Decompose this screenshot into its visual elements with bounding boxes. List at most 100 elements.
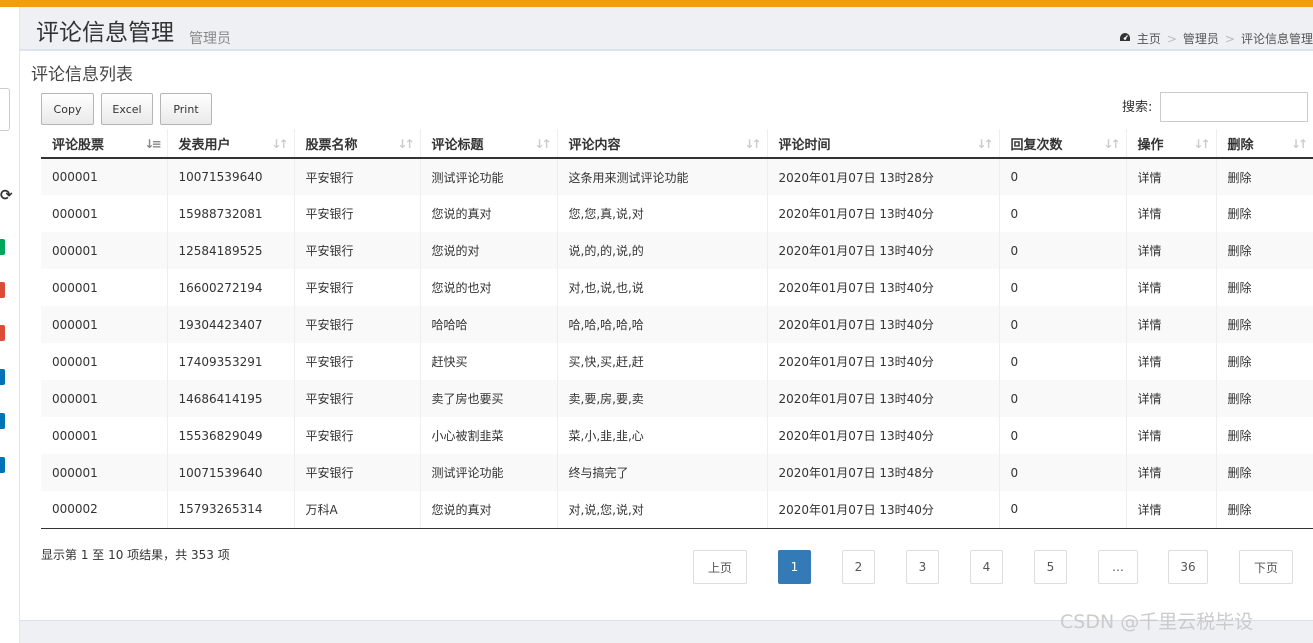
comment-title: 测试评论功能 xyxy=(419,158,557,195)
comment-time: 2020年01月07日 13时40分 xyxy=(766,491,999,529)
page-ellipsis: … xyxy=(1098,550,1138,584)
sidebar-badge[interactable] xyxy=(0,239,5,255)
sort-icon[interactable]: ↓↑ xyxy=(1103,137,1120,151)
user-link[interactable]: 19304423407 xyxy=(166,306,294,343)
stock-name: 平安银行 xyxy=(293,343,420,380)
stock-code-link[interactable]: 000002 xyxy=(41,491,167,529)
column-header[interactable]: 股票名称 ↓↑ xyxy=(293,129,420,159)
user-link[interactable]: 17409353291 xyxy=(166,343,294,380)
stock-code-link[interactable]: 000001 xyxy=(41,306,167,343)
user-link[interactable]: 12584189525 xyxy=(166,232,294,269)
column-header[interactable]: 评论内容 ↓↑ xyxy=(556,129,767,159)
delete-link[interactable]: 删除 xyxy=(1215,343,1313,380)
reply-count: 0 xyxy=(998,380,1126,417)
delete-link[interactable]: 删除 xyxy=(1215,195,1313,232)
prev-page-button[interactable]: 上页 xyxy=(693,550,747,584)
stock-code-link[interactable]: 000001 xyxy=(41,158,167,195)
delete-link[interactable]: 删除 xyxy=(1215,232,1313,269)
page-button[interactable]: 4 xyxy=(970,550,1003,584)
user-link[interactable]: 10071539640 xyxy=(166,454,294,491)
sort-icon[interactable]: ↓↑ xyxy=(744,137,761,151)
detail-link[interactable]: 详情 xyxy=(1125,491,1216,529)
detail-link[interactable]: 详情 xyxy=(1125,343,1216,380)
column-header[interactable]: 操作 ↓↑ xyxy=(1125,129,1216,159)
sort-icon[interactable]: ↓↑ xyxy=(397,137,414,151)
sort-icon[interactable]: ↓↑ xyxy=(271,137,288,151)
table-row: 000001 15988732081 平安银行 您说的真对 您,您,真,说,对 2020年… xyxy=(41,195,1313,232)
sort-icon[interactable]: ↓↑ xyxy=(976,137,993,151)
comment-time: 2020年01月07日 13时40分 xyxy=(766,269,999,306)
detail-link[interactable]: 详情 xyxy=(1125,195,1216,232)
delete-link[interactable]: 删除 xyxy=(1215,380,1313,417)
sidebar-badge[interactable] xyxy=(0,325,5,341)
search-label: 搜索: xyxy=(1122,100,1153,115)
print-button[interactable]: Print xyxy=(160,93,212,125)
table-row: 000001 17409353291 平安银行 赶快买 买,快,买,赶,赶 2020年01… xyxy=(41,343,1313,380)
sort-asc-icon[interactable]: ↓≡ xyxy=(144,137,161,151)
column-header[interactable]: 评论股票 ↓≡ xyxy=(41,129,167,159)
page-button[interactable]: 2 xyxy=(842,550,875,584)
stock-code-link[interactable]: 000001 xyxy=(41,417,167,454)
sidebar-badge[interactable] xyxy=(0,413,5,429)
detail-link[interactable]: 详情 xyxy=(1125,454,1216,491)
detail-link[interactable]: 详情 xyxy=(1125,269,1216,306)
sort-icon[interactable]: ↓↑ xyxy=(1291,137,1308,151)
reply-count: 0 xyxy=(998,454,1126,491)
copy-button[interactable]: Copy xyxy=(41,93,94,125)
user-link[interactable]: 15793265314 xyxy=(166,491,294,529)
page-button[interactable]: 1 xyxy=(778,550,811,584)
refresh-icon[interactable]: ⟳ xyxy=(0,187,13,203)
breadcrumb-home[interactable]: 主页 xyxy=(1137,30,1161,47)
sidebar-badge[interactable] xyxy=(0,369,5,385)
sort-icon[interactable]: ↓↑ xyxy=(1193,137,1210,151)
page-button[interactable]: 3 xyxy=(906,550,939,584)
stock-code-link[interactable]: 000001 xyxy=(41,195,167,232)
user-link[interactable]: 15988732081 xyxy=(166,195,294,232)
page-subtitle: 管理员 xyxy=(189,31,231,47)
delete-link[interactable]: 删除 xyxy=(1215,158,1313,195)
detail-link[interactable]: 详情 xyxy=(1125,306,1216,343)
sidebar-badge[interactable] xyxy=(0,282,5,298)
comment-time: 2020年01月07日 13时40分 xyxy=(766,232,999,269)
user-link[interactable]: 14686414195 xyxy=(166,380,294,417)
delete-link[interactable]: 删除 xyxy=(1215,454,1313,491)
breadcrumb-level1[interactable]: 管理员 xyxy=(1183,30,1219,47)
column-header[interactable]: 删除 ↓↑ xyxy=(1215,129,1313,159)
column-header-label: 删除 xyxy=(1227,137,1254,153)
sidebar-search-input[interactable] xyxy=(0,88,10,131)
detail-link[interactable]: 详情 xyxy=(1125,417,1216,454)
page-header: 评论信息管理 管理员 主页 > 管理员 > 评论信息管理 xyxy=(20,7,1313,51)
detail-link[interactable]: 详情 xyxy=(1125,380,1216,417)
stock-code-link[interactable]: 000001 xyxy=(41,454,167,491)
stock-code-link[interactable]: 000001 xyxy=(41,343,167,380)
comments-table: 评论股票 ↓≡ 发表用户 ↓↑ 股票名称 ↓↑ 评论标题 ↓↑ 评论内容 ↓↑ 评论时间 ↓↑ 回复次数… xyxy=(41,129,1313,529)
stock-code-link[interactable]: 000001 xyxy=(41,232,167,269)
column-header[interactable]: 评论时间 ↓↑ xyxy=(766,129,999,159)
column-header-label: 股票名称 xyxy=(305,137,358,153)
stock-code-link[interactable]: 000001 xyxy=(41,269,167,306)
column-header[interactable]: 评论标题 ↓↑ xyxy=(419,129,557,159)
search-input[interactable] xyxy=(1160,92,1308,122)
sort-icon[interactable]: ↓↑ xyxy=(534,137,551,151)
delete-link[interactable]: 删除 xyxy=(1215,269,1313,306)
delete-link[interactable]: 删除 xyxy=(1215,306,1313,343)
page-button[interactable]: 5 xyxy=(1034,550,1067,584)
user-link[interactable]: 15536829049 xyxy=(166,417,294,454)
column-header-label: 评论标题 xyxy=(431,137,484,153)
section-title: 评论信息列表 xyxy=(31,65,133,85)
excel-button[interactable]: Excel xyxy=(101,93,153,125)
comment-content: 对,说,您,说,对 xyxy=(556,491,767,529)
detail-link[interactable]: 详情 xyxy=(1125,158,1216,195)
page-button[interactable]: 36 xyxy=(1168,550,1208,584)
delete-link[interactable]: 删除 xyxy=(1215,417,1313,454)
stock-code-link[interactable]: 000001 xyxy=(41,380,167,417)
user-link[interactable]: 16600272194 xyxy=(166,269,294,306)
column-header[interactable]: 回复次数 ↓↑ xyxy=(998,129,1126,159)
next-page-button[interactable]: 下页 xyxy=(1239,550,1293,584)
user-link[interactable]: 10071539640 xyxy=(166,158,294,195)
table-row: 000001 15536829049 平安银行 小心被割韭菜 菜,小,韭,韭,心 2020… xyxy=(41,417,1313,454)
column-header[interactable]: 发表用户 ↓↑ xyxy=(166,129,294,159)
delete-link[interactable]: 删除 xyxy=(1215,491,1313,529)
sidebar-badge[interactable] xyxy=(0,457,5,473)
detail-link[interactable]: 详情 xyxy=(1125,232,1216,269)
